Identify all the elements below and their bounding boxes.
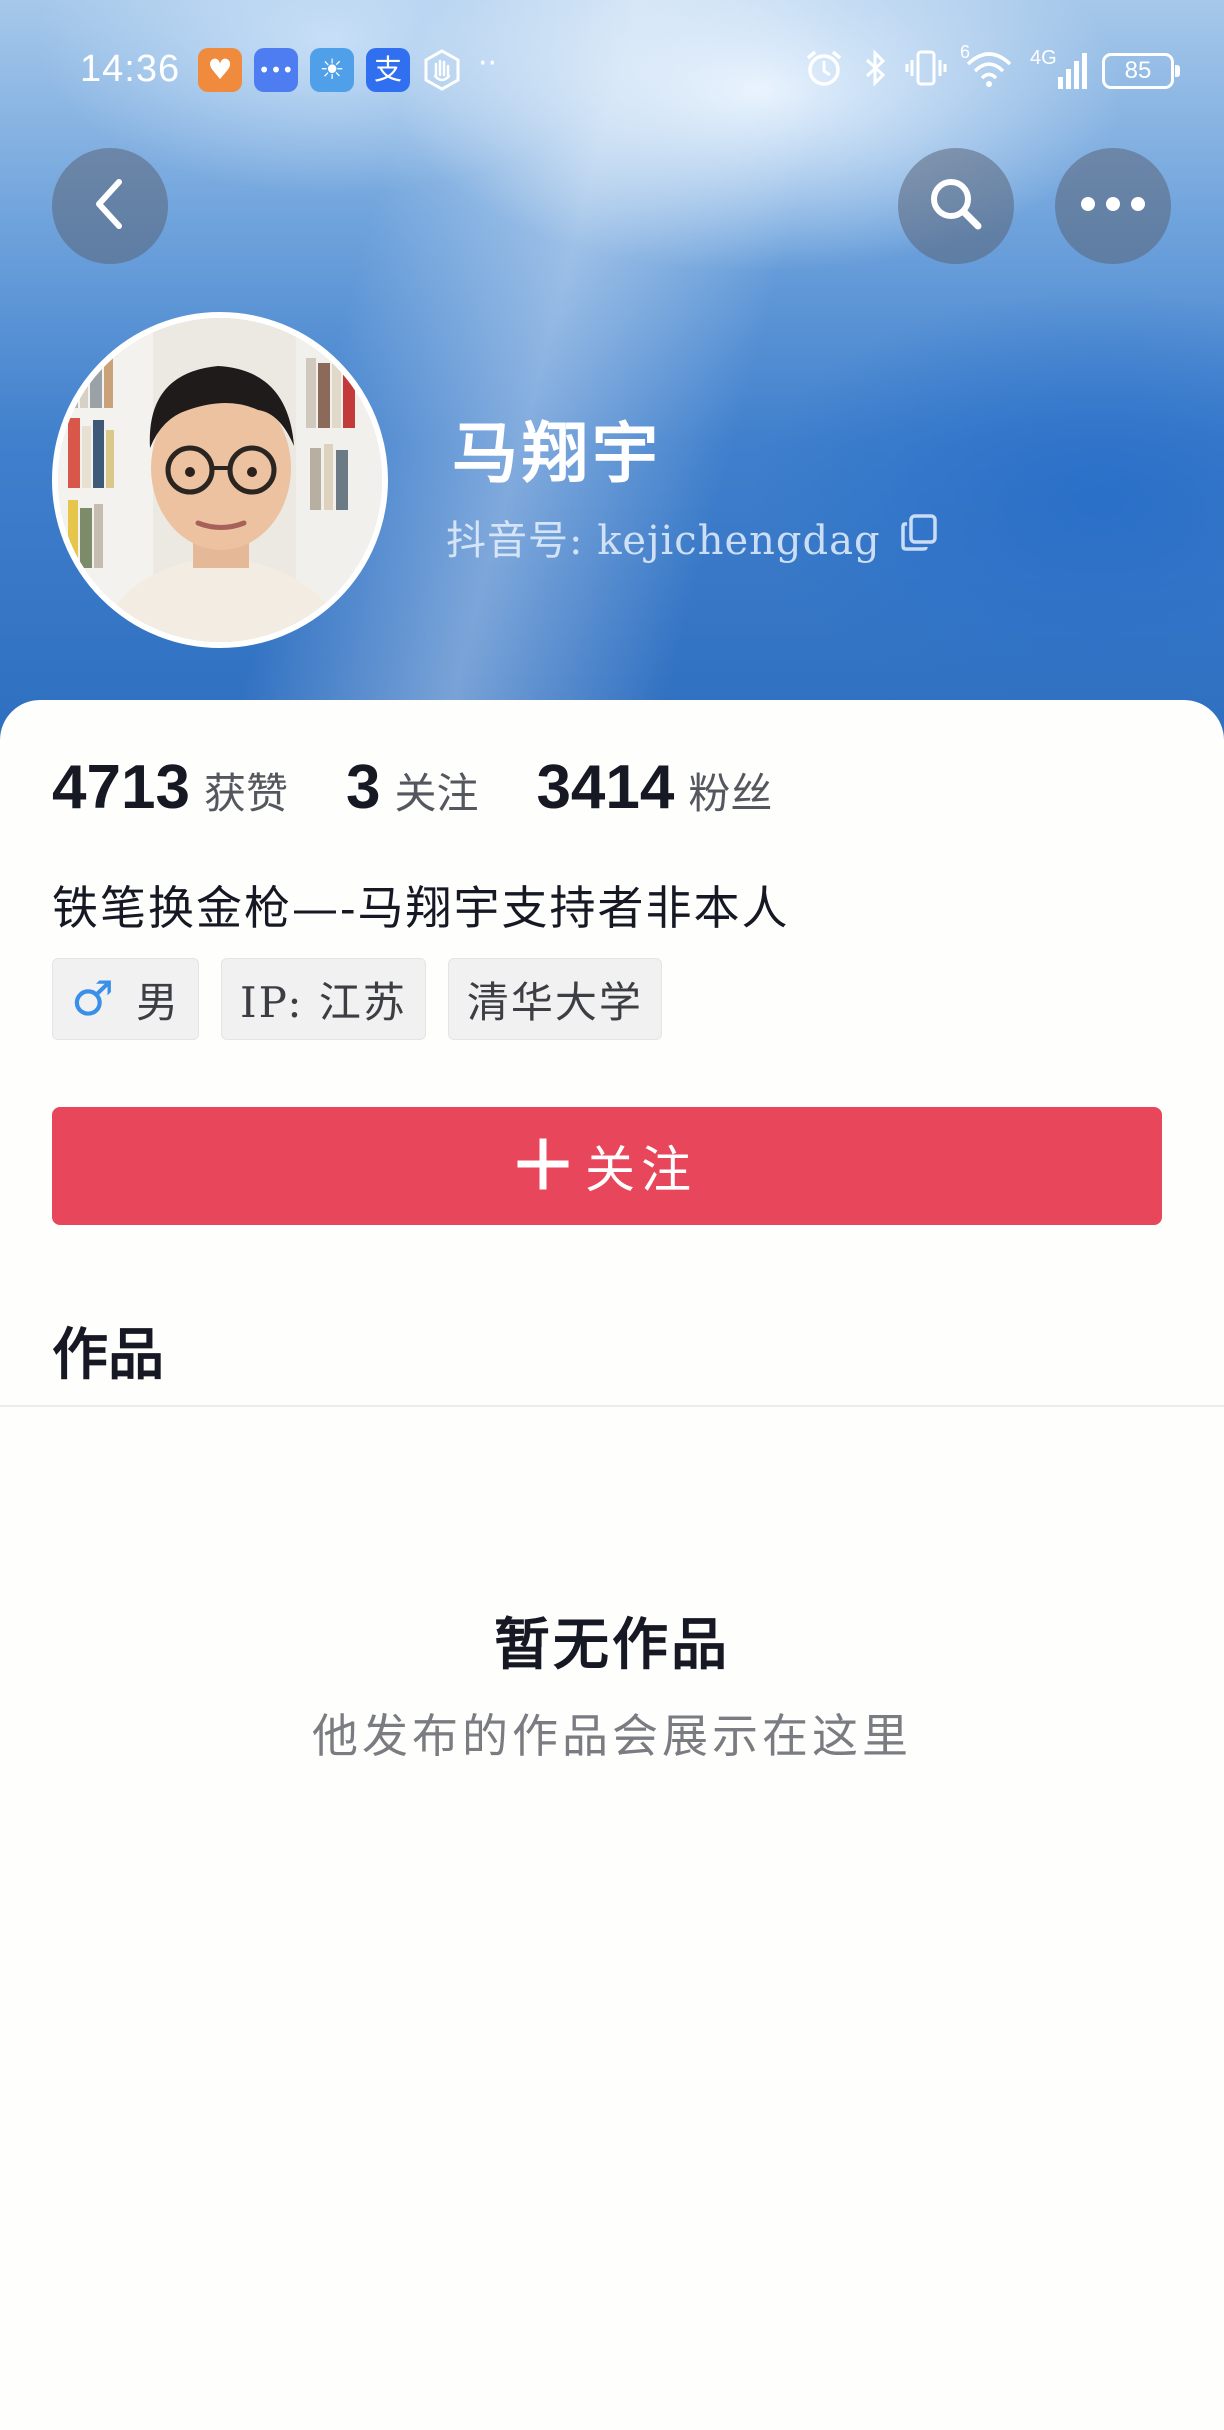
avatar[interactable] xyxy=(52,312,388,648)
alipay-app-icon: 支 xyxy=(366,48,410,92)
search-icon xyxy=(924,172,988,240)
profile-tags: ♂ 男 IP: 江苏 清华大学 xyxy=(52,958,662,1040)
gender-tag: ♂ 男 xyxy=(52,958,200,1040)
douyin-id[interactable]: 抖音号: kejichengdag xyxy=(446,508,939,566)
followers-label[interactable]: 粉丝 xyxy=(688,760,772,821)
follow-button-label: 关注 xyxy=(585,1141,697,1199)
followers-count[interactable]: 3414 xyxy=(536,752,674,823)
alarm-icon xyxy=(802,46,846,95)
gesture-hand-icon xyxy=(420,48,464,96)
bio-text: 铁笔换金枪—-马翔宇支持者非本人 xyxy=(52,881,790,935)
weather-app-icon: ☀ xyxy=(310,48,354,92)
copy-icon[interactable] xyxy=(899,512,939,562)
male-icon: ♂ xyxy=(71,971,117,1027)
status-indicators: 6 4G 85 xyxy=(802,42,1180,95)
school-tag[interactable]: 清华大学 xyxy=(447,958,662,1040)
douyin-id-text: 抖音号: kejichengdag xyxy=(446,518,881,564)
plus-icon xyxy=(517,1138,569,1194)
more-button[interactable] xyxy=(1055,148,1171,264)
wifi-badge: 6 xyxy=(960,42,971,62)
avatar-photo xyxy=(58,318,382,642)
follow-button[interactable]: 关注 xyxy=(52,1107,1162,1225)
tab-divider xyxy=(0,1405,1224,1407)
wifi-icon: 6 xyxy=(960,42,1016,95)
messages-app-icon: ••• xyxy=(254,48,298,92)
more-dots-icon xyxy=(1078,194,1148,218)
signal-icon: 4G xyxy=(1030,47,1088,93)
status-time: 14:36 xyxy=(80,48,181,90)
taobao-app-icon: ♥ xyxy=(198,48,242,92)
status-bar: 14:36 ♥ ••• ☀ 支 ·· 6 4G 85 xyxy=(0,40,1224,100)
tab-works[interactable]: 作品 xyxy=(52,1310,164,1391)
search-button[interactable] xyxy=(898,148,1014,264)
gender-label: 男 xyxy=(136,977,181,1027)
stats-row: 4713 获赞 3 关注 3414 粉丝 xyxy=(52,752,830,824)
status-overflow: ·· xyxy=(478,46,498,81)
empty-state-title: 暂无作品 xyxy=(494,1612,730,1678)
ip-tag: IP: 江苏 xyxy=(221,958,426,1040)
following-count[interactable]: 3 xyxy=(346,752,380,823)
battery-indicator: 85 xyxy=(1102,52,1180,89)
bluetooth-icon xyxy=(860,46,890,95)
likes-count: 4713 xyxy=(52,753,190,822)
following-label[interactable]: 关注 xyxy=(394,760,478,821)
profile-name: 马翔宇 xyxy=(452,414,662,492)
vibrate-icon xyxy=(904,46,948,95)
likes-label: 获赞 xyxy=(203,769,288,818)
back-button[interactable] xyxy=(52,148,168,264)
empty-state-subtitle: 他发布的作品会展示在这里 xyxy=(312,1709,912,1763)
chevron-left-icon xyxy=(85,174,135,238)
